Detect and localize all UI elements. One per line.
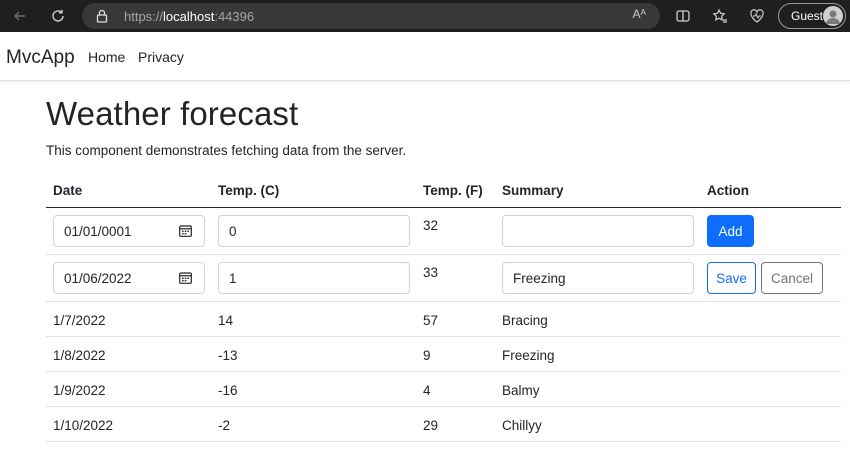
row-temp-f: 57 (423, 313, 439, 328)
new-temp-c-value: 0 (229, 223, 237, 239)
lock-icon[interactable] (94, 8, 110, 24)
profile-label: Guest (791, 9, 824, 23)
row-temp-c: -13 (218, 348, 238, 363)
refresh-icon[interactable] (40, 0, 76, 32)
header-date: Date (53, 183, 83, 198)
table-row: 1/8/2022 -13 9 Freezing (46, 337, 841, 372)
read-aloud-icon[interactable]: Aᴬ (633, 7, 646, 21)
url-text: https://localhost:44396 (124, 8, 255, 24)
new-date-value: 01/01/0001 (64, 223, 132, 239)
browser-toolbar: https://localhost:44396 Aᴬ Guest (0, 0, 850, 32)
header-summary: Summary (502, 183, 564, 198)
save-button[interactable]: Save (707, 262, 756, 294)
row-summary: Balmy (502, 383, 540, 398)
avatar-icon (823, 6, 843, 26)
row-summary: Freezing (502, 348, 555, 363)
app-navbar: MvcApp Home Privacy (0, 32, 850, 81)
header-temp-f: Temp. (F) (423, 183, 483, 198)
split-screen-icon[interactable] (668, 0, 698, 32)
table-row: 1/10/2022 -2 29 Chillyy (46, 407, 841, 442)
edit-forecast-row: 01/06/2022 1 33 Freezing Save Cancel (46, 255, 841, 302)
back-icon[interactable] (2, 0, 38, 32)
row-summary: Bracing (502, 313, 548, 328)
profile-button[interactable]: Guest (778, 3, 846, 29)
new-forecast-row: 01/01/0001 0 32 Add (46, 208, 841, 255)
table-row: 1/7/2022 14 57 Bracing (46, 302, 841, 337)
row-date: 1/7/2022 (53, 313, 106, 328)
forecast-table: Date Temp. (C) Temp. (F) Summary Action … (46, 174, 841, 442)
edit-temp-c-input[interactable]: 1 (218, 262, 410, 294)
nav-link-privacy[interactable]: Privacy (138, 49, 184, 65)
table-row: 1/9/2022 -16 4 Balmy (46, 372, 841, 407)
page-title: Weather forecast (46, 95, 299, 132)
edit-date-value: 01/06/2022 (64, 270, 132, 286)
header-action: Action (707, 183, 749, 198)
calendar-icon[interactable] (179, 272, 192, 284)
edit-summary-value: Freezing (513, 270, 566, 286)
row-temp-f: 9 (423, 348, 431, 363)
brand-link[interactable]: MvcApp (6, 47, 75, 69)
edit-date-input[interactable]: 01/06/2022 (53, 262, 205, 294)
edit-temp-f: 33 (423, 265, 439, 280)
new-temp-f: 32 (423, 218, 439, 233)
edit-summary-input[interactable]: Freezing (502, 262, 694, 294)
row-temp-f: 4 (423, 383, 431, 398)
new-date-input[interactable]: 01/01/0001 (53, 215, 205, 247)
add-button[interactable]: Add (707, 215, 754, 247)
cancel-button[interactable]: Cancel (761, 262, 823, 294)
new-summary-input[interactable] (502, 215, 694, 247)
nav-link-home[interactable]: Home (88, 49, 125, 65)
browser-essentials-icon[interactable] (742, 0, 772, 32)
edit-temp-c-value: 1 (229, 270, 237, 286)
address-bar[interactable]: https://localhost:44396 Aᴬ (82, 3, 660, 29)
row-summary: Chillyy (502, 418, 542, 433)
page-description: This component demonstrates fetching dat… (46, 143, 407, 158)
row-temp-c: -2 (218, 418, 231, 433)
new-temp-c-input[interactable]: 0 (218, 215, 410, 247)
favorites-icon[interactable] (705, 0, 735, 32)
row-temp-c: -16 (218, 383, 238, 398)
row-temp-c: 14 (218, 313, 234, 328)
table-header: Date Temp. (C) Temp. (F) Summary Action (46, 174, 841, 208)
row-date: 1/8/2022 (53, 348, 106, 363)
calendar-icon[interactable] (179, 225, 192, 237)
row-date: 1/10/2022 (53, 418, 114, 433)
header-temp-c: Temp. (C) (218, 183, 280, 198)
row-date: 1/9/2022 (53, 383, 106, 398)
row-temp-f: 29 (423, 418, 439, 433)
